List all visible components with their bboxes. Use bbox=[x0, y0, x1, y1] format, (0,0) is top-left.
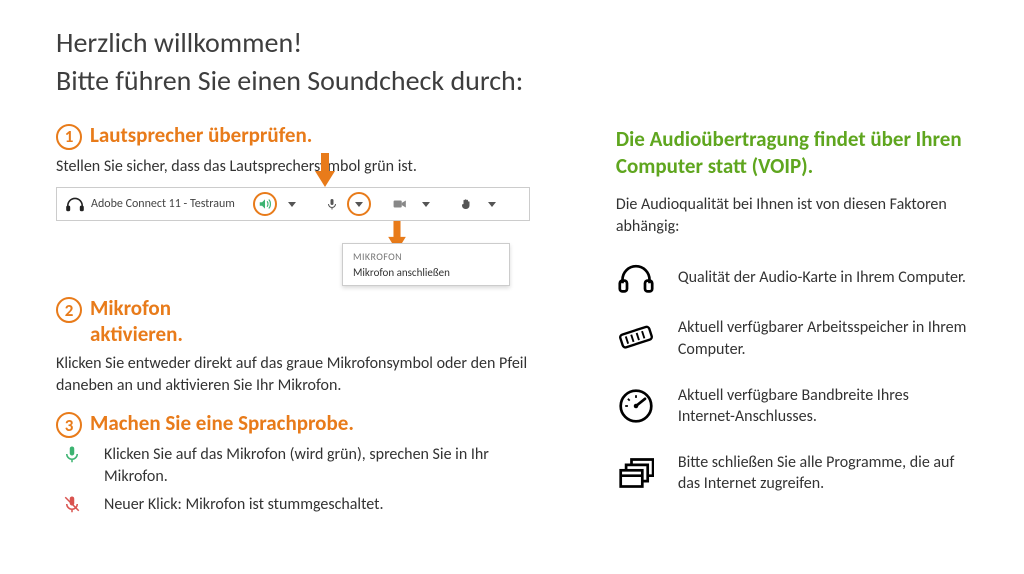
headline-line2: Bitte führen Sie einen Soundcheck durch: bbox=[56, 63, 523, 98]
camera-icon[interactable] bbox=[389, 193, 411, 215]
mic-caret[interactable] bbox=[347, 192, 371, 216]
mic-active-icon bbox=[56, 444, 88, 464]
step2-body: Klicken Sie entweder direkt auf das grau… bbox=[56, 353, 530, 396]
right-intro: Die Audioqualität bei Ihnen ist von dies… bbox=[616, 194, 968, 237]
speaker-caret[interactable] bbox=[281, 193, 303, 215]
step2-title-l1: Mikrofon bbox=[90, 295, 171, 321]
step3-green-row: Klicken Sie auf das Mikrofon (wird grün)… bbox=[56, 444, 530, 487]
speaker-icon[interactable] bbox=[253, 192, 277, 216]
step3-green-text: Klicken Sie auf das Mikrofon (wird grün)… bbox=[104, 444, 530, 487]
step3-red-text: Neuer Klick: Mikrofon ist stummgeschalte… bbox=[104, 494, 384, 516]
camera-caret[interactable] bbox=[415, 193, 437, 215]
headphones-icon bbox=[65, 196, 85, 212]
factor2-text: Aktuell verfügbarer Arbeitsspeicher in I… bbox=[678, 317, 968, 360]
step3-title-text: Machen Sie eine Sprachprobe. bbox=[90, 410, 354, 436]
hand-caret[interactable] bbox=[481, 193, 503, 215]
gauge-icon bbox=[616, 388, 656, 424]
step3-red-row: Neuer Klick: Mikrofon ist stummgeschalte… bbox=[56, 494, 530, 516]
mic-dropdown: MIKROFON Mikrofon anschließen bbox=[342, 243, 510, 286]
headline-line1: Herzlich willkommen! bbox=[56, 25, 302, 60]
mic-icon[interactable] bbox=[321, 193, 343, 215]
hand-icon[interactable] bbox=[455, 193, 477, 215]
toolbar-title: Adobe Connect 11 - Testraum bbox=[91, 197, 235, 211]
factor3-text: Aktuell verfügbare Bandbreite Ihres Inte… bbox=[678, 385, 968, 428]
step1-title-text: Lautsprecher überprüfen. bbox=[90, 122, 312, 148]
step2-title-l2: aktivieren. bbox=[90, 321, 183, 347]
right-heading: Die Audioübertragung findet über Ihren C… bbox=[616, 126, 968, 181]
factor1-text: Qualität der Audio-Karte in Ihrem Comput… bbox=[678, 267, 966, 289]
dropdown-header: MIKROFON bbox=[353, 250, 499, 263]
toolbar-screenshot: Adobe Connect 11 - Testraum bbox=[56, 187, 530, 277]
step2-title: 2 Mikrofon aktivieren. bbox=[56, 295, 530, 347]
adobe-toolbar: Adobe Connect 11 - Testraum bbox=[56, 187, 530, 221]
dropdown-item[interactable]: Mikrofon anschließen bbox=[353, 266, 499, 279]
step1-body: Stellen Sie sicher, dass das Lautspreche… bbox=[56, 156, 530, 178]
windows-stack-icon bbox=[616, 456, 656, 490]
arrow-down-icon bbox=[315, 153, 335, 183]
headphones-icon bbox=[616, 261, 656, 293]
page-headline: Herzlich willkommen! Bitte führen Sie ei… bbox=[56, 24, 968, 100]
mic-muted-icon bbox=[56, 494, 88, 514]
factor-ram: Aktuell verfügbarer Arbeitsspeicher in I… bbox=[616, 317, 968, 360]
step2-number: 2 bbox=[56, 297, 82, 323]
step1-number: 1 bbox=[56, 124, 82, 150]
factor4-text: Bitte schließen Sie alle Programme, die … bbox=[678, 452, 968, 495]
ram-icon bbox=[616, 324, 656, 354]
step3-title: 3 Machen Sie eine Sprachprobe. bbox=[56, 410, 530, 438]
factor-close-programs: Bitte schließen Sie alle Programme, die … bbox=[616, 452, 968, 495]
factor-bandwidth: Aktuell verfügbare Bandbreite Ihres Inte… bbox=[616, 385, 968, 428]
factor-audio-card: Qualität der Audio-Karte in Ihrem Comput… bbox=[616, 261, 968, 293]
step3-number: 3 bbox=[56, 412, 82, 438]
step1-title: 1 Lautsprecher überprüfen. bbox=[56, 122, 530, 150]
